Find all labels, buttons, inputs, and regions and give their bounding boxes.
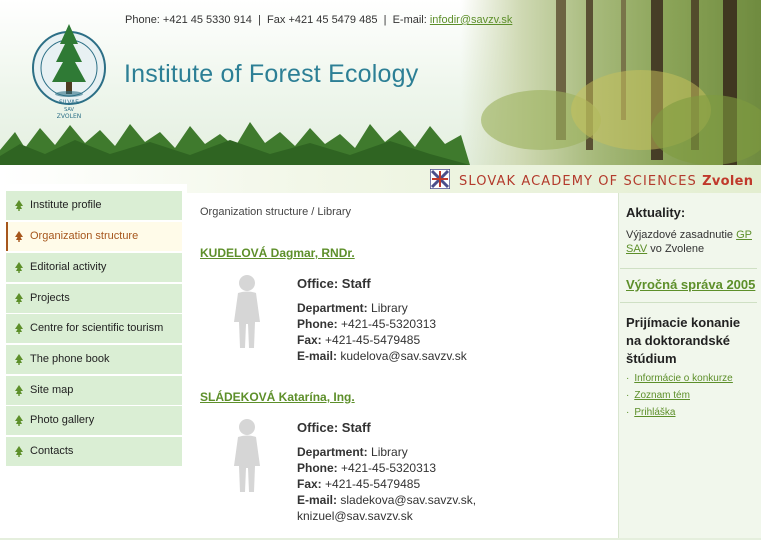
bullet-dot-icon: ·	[626, 373, 630, 384]
nav-item-site-map[interactable]: Site map	[6, 376, 182, 405]
contact-bar: Phone: +421 45 5330 914 | Fax +421 45 54…	[125, 14, 513, 26]
tree-bullet-icon	[15, 446, 23, 457]
department-label: Department:	[297, 301, 368, 315]
institute-logo: SILVAE SAV ZVOLEN	[32, 24, 106, 120]
email-label: E-mail:	[297, 349, 338, 363]
person-silhouette-icon	[218, 416, 276, 496]
fax-label: Fax:	[297, 477, 322, 491]
nav-item-photo-gallery[interactable]: Photo gallery	[6, 406, 182, 435]
email-value-secondary: knizuel@sav.savzv.sk	[297, 509, 413, 523]
sidebar-link-label: Informácie o konkurze	[634, 373, 733, 384]
sidebar-link-competition-info[interactable]: · Informácie o konkurze	[626, 373, 733, 384]
tree-bullet-icon	[15, 385, 23, 396]
bullet-dot-icon: ·	[626, 390, 630, 401]
news-text: Výjazdové zasadnutie GP SAV vo Zvolene	[626, 228, 754, 256]
nav-item-institute-profile[interactable]: Institute profile	[6, 191, 182, 220]
phone-label: Phone:	[297, 461, 338, 475]
person-silhouette-icon	[218, 272, 276, 352]
news-title: Aktuality:	[626, 205, 686, 220]
email-label: E-mail:	[297, 493, 338, 507]
fax-value: +421-45-5479485	[325, 477, 421, 491]
header-phone: Phone: +421 45 5330 914	[125, 14, 252, 26]
tree-bullet-icon	[15, 415, 23, 426]
news-text-suffix: vo Zvolene	[650, 243, 705, 255]
tree-bullet-icon	[15, 231, 23, 242]
phone-value: +421-45-5320313	[341, 317, 437, 331]
office-label: Office: Staff	[297, 276, 371, 291]
nav-item-projects[interactable]: Projects	[6, 284, 182, 313]
nav-item-label: Centre for scientific tourism	[30, 322, 164, 334]
academy-logo-icon	[430, 169, 450, 189]
phone-value: +421-45-5320313	[341, 461, 437, 475]
department-value: Library	[371, 445, 408, 459]
tree-bullet-icon	[15, 354, 23, 365]
nav-item-label: Editorial activity	[30, 261, 107, 273]
nav-item-label: Photo gallery	[30, 414, 95, 426]
tree-bullet-icon	[15, 200, 23, 211]
sidebar-link-topic-list[interactable]: · Zoznam tém	[626, 390, 690, 401]
nav-item-label: Institute profile	[30, 199, 102, 211]
office-label: Office: Staff	[297, 420, 371, 435]
svg-text:SILVAE: SILVAE	[59, 99, 79, 106]
nav-item-organization-structure[interactable]: Organization structure	[6, 222, 182, 251]
tree-bullet-icon	[15, 293, 23, 304]
header-email-label: E-mail:	[392, 14, 427, 26]
department-label: Department:	[297, 445, 368, 459]
footer-line	[0, 538, 761, 540]
person-details: Department: Library Phone: +421-45-53203…	[297, 444, 476, 524]
phone-label: Phone:	[297, 317, 338, 331]
nav-item-label: Site map	[30, 384, 74, 396]
tree-bullet-icon	[15, 323, 23, 334]
person-details: Department: Library Phone: +421-45-53203…	[297, 300, 467, 364]
academy-name[interactable]: SLOVAK ACADEMY OF SCIENCES Zvolen	[459, 174, 753, 189]
header-banner: SILVAE SAV ZVOLEN Phone: +421 45 5330 91…	[0, 0, 761, 165]
email-value: sladekova@sav.savzv.sk,	[340, 493, 477, 507]
sidebar-divider	[620, 302, 757, 303]
fax-value: +421-45-5479485	[325, 333, 421, 347]
sidebar-link-label: Prihláška	[634, 407, 676, 418]
header-email-link[interactable]: infodir@savzv.sk	[430, 14, 512, 26]
svg-text:ZVOLEN: ZVOLEN	[57, 113, 81, 120]
sidebar-link-application[interactable]: · Prihláška	[626, 407, 675, 418]
bullet-dot-icon: ·	[626, 407, 630, 418]
nav-item-label: Projects	[30, 292, 70, 304]
sidebar-divider	[620, 268, 757, 269]
annual-report-link[interactable]: Výročná správa 2005	[626, 277, 755, 292]
nav-item-editorial-activity[interactable]: Editorial activity	[6, 253, 182, 282]
tree-bullet-icon	[15, 262, 23, 273]
nav-item-label: Organization structure	[30, 230, 139, 242]
sidebar-link-label: Zoznam tém	[634, 390, 690, 401]
nav-item-label: Contacts	[30, 445, 74, 457]
news-text-body: Výjazdové zasadnutie	[626, 229, 734, 241]
nav-item-scientific-tourism[interactable]: Centre for scientific tourism	[6, 314, 182, 343]
person-name-link[interactable]: SLÁDEKOVÁ Katarína, Ing.	[200, 390, 355, 404]
department-value: Library	[371, 301, 408, 315]
email-value: kudelova@sav.savzv.sk	[340, 349, 467, 363]
academy-city: Zvolen	[702, 174, 754, 189]
fax-label: Fax:	[297, 333, 322, 347]
treeline-graphic	[0, 122, 470, 165]
breadcrumb: Organization structure / Library	[200, 206, 352, 218]
person-name-link[interactable]: KUDELOVÁ Dagmar, RNDr.	[200, 246, 355, 260]
nav-item-label: The phone book	[30, 353, 110, 365]
admission-title: Prijímacie konanie na doktorandské štúdi…	[626, 315, 741, 366]
nav-item-phone-book[interactable]: The phone book	[6, 345, 182, 374]
academy-name-label: SLOVAK ACADEMY OF SCIENCES	[459, 174, 697, 189]
site-title: Institute of Forest Ecology	[124, 60, 419, 88]
header-fax: Fax +421 45 5479 485	[267, 14, 378, 26]
nav-item-contacts[interactable]: Contacts	[6, 437, 182, 466]
